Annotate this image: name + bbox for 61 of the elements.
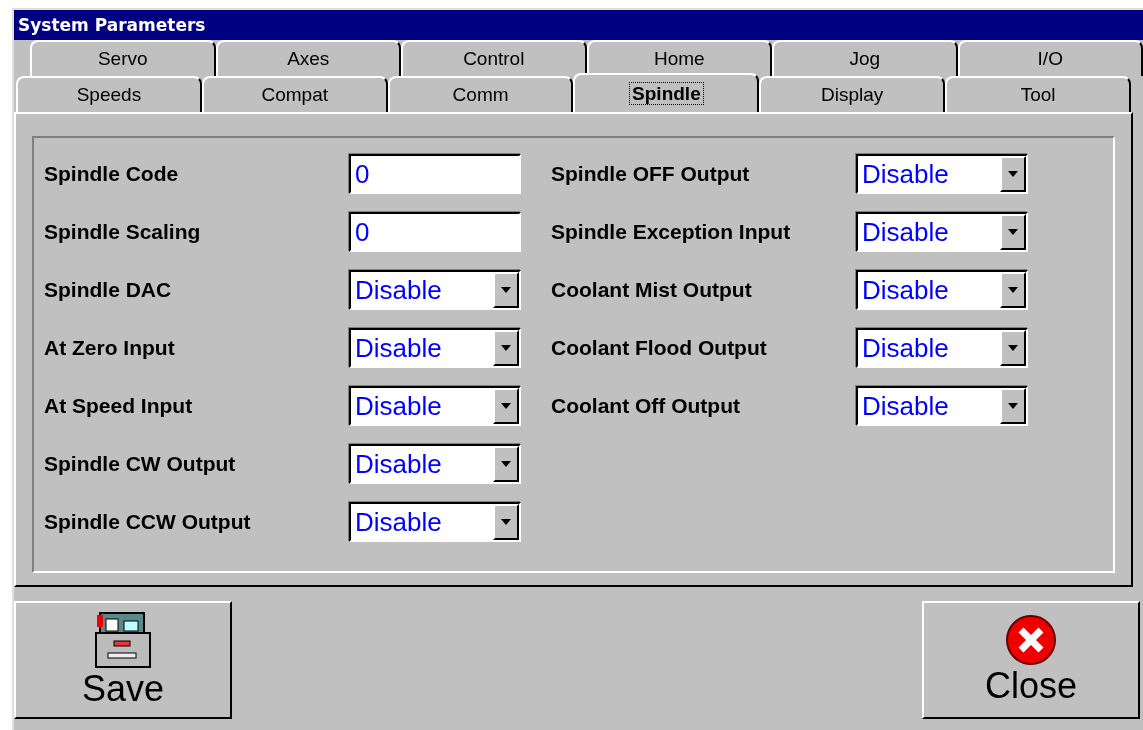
field-label: Coolant Off Output (551, 393, 741, 420)
caret-icon (1008, 287, 1018, 293)
dropdown-button[interactable] (493, 330, 519, 366)
dropdown-field[interactable]: Disable (349, 270, 521, 310)
caret-icon (1008, 171, 1018, 177)
dropdown-field[interactable]: Disable (856, 270, 1028, 310)
dropdown-button[interactable] (1000, 330, 1026, 366)
field-label: At Zero Input (44, 335, 176, 362)
tab[interactable]: Display (759, 76, 946, 112)
dropdown-field[interactable]: Disable (349, 502, 521, 542)
field-label: Spindle DAC (44, 277, 173, 304)
dropdown-field[interactable]: Disable (349, 386, 521, 426)
field-label: Spindle Exception Input (551, 219, 792, 246)
caret-icon (501, 287, 511, 293)
save-button[interactable]: Save (14, 601, 232, 719)
caret-icon (501, 403, 511, 409)
text-field[interactable]: 0 (349, 212, 521, 252)
file-cabinet-icon (94, 611, 152, 670)
tab[interactable]: Tool (945, 76, 1131, 112)
dropdown-button[interactable] (493, 388, 519, 424)
dropdown-button[interactable] (493, 446, 519, 482)
caret-icon (501, 519, 511, 525)
dropdown-button[interactable] (1000, 214, 1026, 250)
field-label: Spindle CCW Output (44, 509, 252, 536)
text-field[interactable]: 0 (349, 154, 521, 194)
tab[interactable]: Speeds (16, 76, 202, 112)
tab[interactable]: Home (586, 40, 772, 76)
caret-icon (501, 461, 511, 467)
dropdown-field[interactable]: Disable (856, 154, 1028, 194)
tab[interactable]: Spindle (573, 73, 760, 112)
dropdown-field[interactable]: Disable (349, 328, 521, 368)
tab[interactable]: I/O (957, 40, 1143, 76)
dropdown-button[interactable] (1000, 156, 1026, 192)
caret-icon (1008, 403, 1018, 409)
dropdown-field[interactable]: Disable (856, 328, 1028, 368)
caret-icon (1008, 345, 1018, 351)
close-button[interactable]: Close (922, 601, 1140, 719)
tab[interactable]: Compat (201, 76, 388, 112)
field-label: Spindle Scaling (44, 219, 202, 246)
window-title: System Parameters (14, 10, 1143, 40)
dropdown-field[interactable]: Disable (856, 212, 1028, 252)
tab[interactable]: Axes (215, 40, 401, 76)
field-label: At Speed Input (44, 393, 194, 420)
field-label: Spindle CW Output (44, 451, 237, 478)
field-label: Spindle OFF Output (551, 161, 751, 188)
field-label: Coolant Mist Output (551, 277, 753, 304)
dropdown-button[interactable] (1000, 272, 1026, 308)
tab[interactable]: Jog (772, 40, 958, 76)
field-label: Coolant Flood Output (551, 335, 768, 362)
dropdown-button[interactable] (1000, 388, 1026, 424)
tab[interactable]: Servo (30, 40, 216, 76)
field-label: Spindle Code (44, 161, 180, 188)
tab[interactable]: Comm (387, 76, 574, 112)
caret-icon (1008, 229, 1018, 235)
dropdown-field[interactable]: Disable (349, 444, 521, 484)
dropdown-field[interactable]: Disable (856, 386, 1028, 426)
close-icon (1005, 614, 1057, 667)
caret-icon (501, 345, 511, 351)
dropdown-button[interactable] (493, 504, 519, 540)
tab[interactable]: Control (401, 40, 587, 76)
dropdown-button[interactable] (493, 272, 519, 308)
